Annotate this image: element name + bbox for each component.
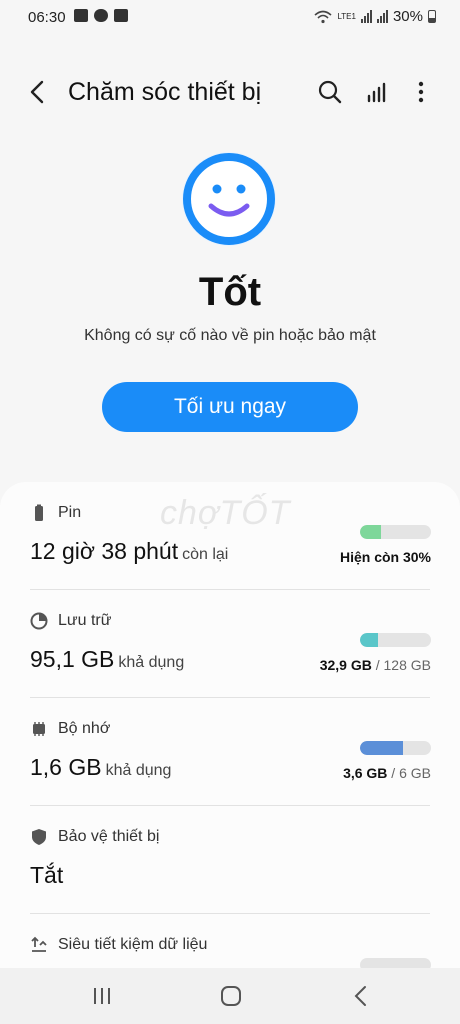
app-notification-icon xyxy=(114,9,128,22)
battery-remaining: Hiện còn 30% xyxy=(339,549,431,565)
app-bar: Chăm sóc thiết bị xyxy=(0,64,460,120)
network-type: LTE1 xyxy=(337,11,356,21)
battery-level-bar xyxy=(360,525,431,539)
signal-icon-2 xyxy=(376,10,388,23)
status-word: Tốt xyxy=(198,270,262,314)
battery-label: Pin xyxy=(58,504,82,521)
status-bar: 06:30 LTE1 30% xyxy=(0,0,460,34)
memory-chip-icon xyxy=(33,722,45,736)
status-description: Không có sự cố nào về pin hoặc bảo mật xyxy=(84,327,376,344)
back-nav-icon[interactable] xyxy=(347,982,375,1010)
shield-icon xyxy=(32,829,46,845)
memory-label: Bộ nhớ xyxy=(58,720,111,737)
battery-row[interactable]: Pin 12 giờ 38 phút còn lại Hiện còn 30% xyxy=(0,482,460,590)
data-saving-icon xyxy=(31,936,47,952)
storage-usage: 32,9 GB / 128 GB xyxy=(319,657,431,673)
recent-apps-icon[interactable] xyxy=(88,982,116,1010)
memory-usage-bar xyxy=(360,741,431,755)
page-title: Chăm sóc thiết bị xyxy=(68,78,262,106)
battery-value: 12 giờ 38 phút còn lại xyxy=(30,538,229,564)
storage-label: Lưu trữ xyxy=(58,612,112,629)
memory-row[interactable]: Bộ nhớ 1,6 GB khả dụng 3,6 GB / 6 GB xyxy=(0,698,460,806)
home-icon[interactable] xyxy=(217,982,245,1010)
search-icon[interactable] xyxy=(314,76,346,108)
navigation-bar xyxy=(0,968,460,1024)
battery-icon xyxy=(428,10,436,23)
signal-icon xyxy=(360,10,372,23)
battery-percent: 30% xyxy=(392,8,423,25)
optimize-now-button[interactable]: Tối ưu ngay xyxy=(102,382,358,432)
device-protection-row[interactable]: Bảo vệ thiết bị Tắt xyxy=(0,806,460,914)
memory-value: 1,6 GB khả dụng xyxy=(30,754,172,780)
memory-usage: 3,6 GB / 6 GB xyxy=(343,765,431,781)
storage-value: 95,1 GB khả dụng xyxy=(30,646,185,672)
device-protection-label: Bảo vệ thiết bị xyxy=(58,828,160,845)
battery-icon xyxy=(35,504,43,521)
wifi-icon xyxy=(314,10,332,23)
statistics-icon[interactable] xyxy=(362,76,394,108)
device-protection-value: Tắt xyxy=(30,862,64,888)
status-time: 06:30 xyxy=(28,9,66,26)
gallery-icon xyxy=(74,9,88,22)
more-options-icon[interactable] xyxy=(405,76,437,108)
notification-icons xyxy=(74,9,128,22)
ultra-data-saving-label: Siêu tiết kiệm dữ liệu xyxy=(58,936,208,953)
storage-pie-icon xyxy=(30,612,48,630)
device-care-card: chợTỐT Pin 12 giờ 38 phút còn lại Hiện cò… xyxy=(0,482,460,982)
cloud-icon xyxy=(94,9,108,22)
back-icon[interactable] xyxy=(22,76,54,108)
smiley-face-icon xyxy=(182,152,276,246)
storage-row[interactable]: Lưu trữ 95,1 GB khả dụng 32,9 GB / 128 GB xyxy=(0,590,460,698)
status-indicators: LTE1 30% xyxy=(314,8,436,25)
storage-usage-bar xyxy=(360,633,431,647)
